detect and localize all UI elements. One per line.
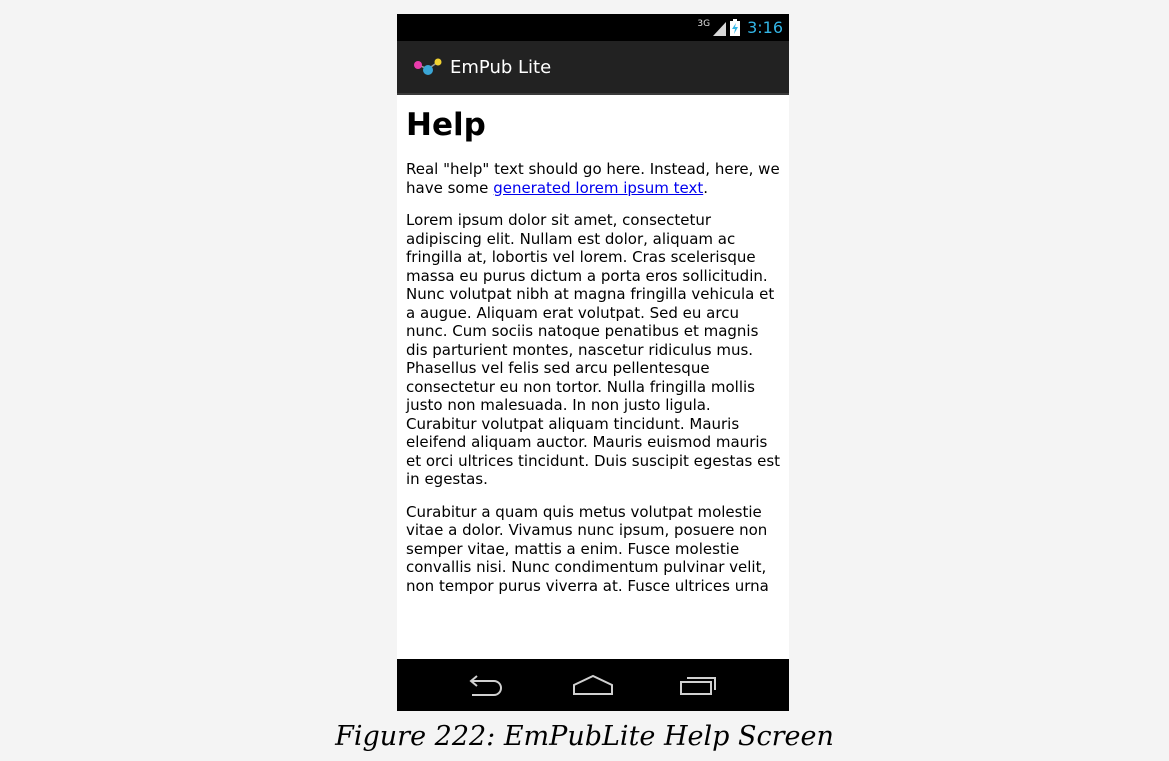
device-screen: 3G 3:16 EmPub Lite Help Real "help" text… [397,14,789,711]
body-paragraph: Lorem ipsum dolor sit amet, consectetur … [406,211,781,488]
lorem-ipsum-link[interactable]: generated lorem ipsum text [493,179,703,197]
intro-paragraph: Real "help" text should go here. Instead… [406,160,781,197]
action-bar: EmPub Lite [397,41,789,95]
help-content[interactable]: Help Real "help" text should go here. In… [397,95,789,659]
recents-button[interactable] [659,659,739,711]
home-button[interactable] [553,659,633,711]
back-button[interactable] [445,659,525,711]
home-icon [573,674,613,695]
figure-caption: Figure 222: EmPubLite Help Screen [335,721,834,752]
status-clock: 3:16 [747,18,783,37]
empub-logo-icon[interactable] [414,57,442,77]
navigation-bar [397,659,789,711]
help-heading: Help [406,107,486,143]
status-bar: 3G 3:16 [397,14,789,41]
app-title: EmPub Lite [450,56,552,78]
battery-charging-icon [730,19,741,36]
body-paragraph: Curabitur a quam quis metus volutpat mol… [406,502,769,595]
status-icons: 3G 3:16 [697,17,783,38]
back-icon [469,675,502,696]
signal-icon [713,21,727,36]
intro-end: . [703,178,708,197]
network-type-label: 3G [697,18,711,29]
recents-icon [680,677,716,695]
